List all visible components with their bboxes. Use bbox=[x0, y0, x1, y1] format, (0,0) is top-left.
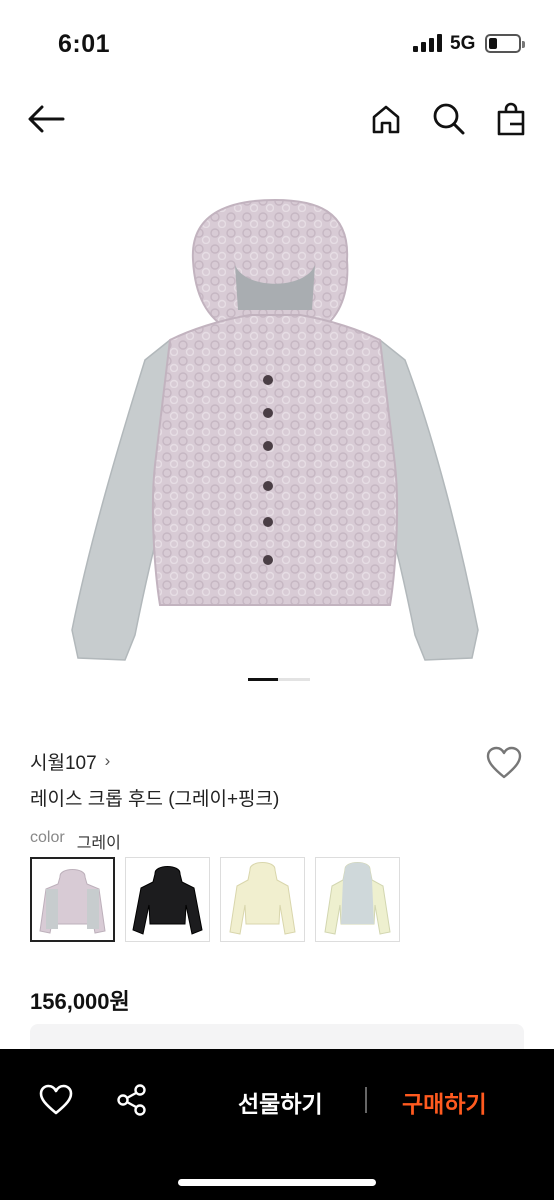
search-icon[interactable] bbox=[429, 95, 469, 143]
pager-active-dot bbox=[248, 678, 278, 681]
product-price: 156,000원 bbox=[30, 989, 130, 1014]
network-label: 5G bbox=[450, 33, 476, 54]
product-title: 레이스 크롭 후드 (그레이+핑크) bbox=[30, 789, 280, 810]
share-icon[interactable] bbox=[115, 1083, 149, 1117]
image-pager bbox=[248, 678, 310, 681]
color-label: color bbox=[30, 829, 65, 846]
signal-icon bbox=[413, 34, 443, 52]
color-thumb-cream-mint[interactable] bbox=[315, 857, 400, 942]
chevron-right-icon: › bbox=[104, 751, 111, 770]
color-value: 그레이 bbox=[76, 835, 121, 852]
home-icon[interactable] bbox=[366, 95, 406, 143]
product-image[interactable] bbox=[50, 180, 504, 680]
brand-link[interactable]: 시월107 › bbox=[30, 748, 110, 774]
status-time: 6:01 bbox=[58, 30, 111, 58]
buy-button[interactable]: 구매하기 bbox=[402, 1085, 487, 1119]
color-option-row: color 그레이 bbox=[30, 829, 121, 853]
status-bar: 6:01 5G bbox=[0, 0, 554, 88]
brand-name: 시월107 bbox=[30, 752, 97, 774]
wishlist-heart-icon[interactable] bbox=[485, 745, 523, 781]
top-nav bbox=[0, 95, 554, 143]
color-thumb-cream-yellow[interactable] bbox=[220, 857, 305, 942]
home-indicator[interactable] bbox=[178, 1179, 376, 1186]
bottom-action-bar: 선물하기 구매하기 bbox=[0, 1049, 554, 1200]
shopping-bag-icon[interactable] bbox=[491, 95, 531, 143]
battery-icon bbox=[485, 34, 525, 53]
gift-button[interactable]: 선물하기 bbox=[238, 1085, 323, 1119]
color-thumbnails bbox=[30, 857, 400, 942]
color-thumb-black[interactable] bbox=[125, 857, 210, 942]
bottom-divider bbox=[365, 1087, 367, 1113]
back-arrow-icon[interactable] bbox=[26, 95, 66, 143]
pager-inactive-dot bbox=[278, 678, 310, 681]
color-thumb-gray-pink[interactable] bbox=[30, 857, 115, 942]
bottom-heart-icon[interactable] bbox=[38, 1083, 74, 1117]
